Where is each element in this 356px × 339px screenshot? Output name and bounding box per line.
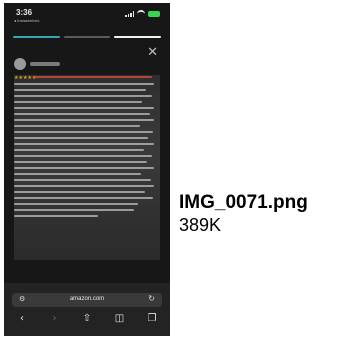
progress-segment [114, 36, 162, 38]
text-line [34, 76, 152, 78]
reviewer-name [30, 62, 60, 66]
text-line [14, 83, 154, 85]
battery-icon [148, 10, 160, 17]
avatar [14, 58, 26, 70]
file-size: 389K [179, 215, 222, 235]
tabs-icon[interactable]: ❐ [144, 313, 160, 324]
text-line [14, 209, 134, 211]
forward-icon[interactable]: › [47, 313, 63, 324]
text-line [14, 113, 150, 115]
status-bar: 3:36 ◂ Instashelves [4, 3, 170, 31]
text-line [14, 203, 138, 205]
text-line [14, 125, 140, 127]
text-line [14, 149, 144, 151]
review-text-block: ★★★★★ [14, 75, 160, 260]
browser-toolbar: ‹ › ⇧ ◫ ❐ [14, 313, 160, 324]
text-line [14, 119, 154, 121]
text-line [14, 137, 148, 139]
back-icon[interactable]: ‹ [14, 313, 30, 324]
wifi-icon [137, 10, 145, 17]
close-icon[interactable]: ✕ [147, 45, 158, 60]
text-line [14, 167, 154, 169]
reload-icon[interactable]: ↻ [148, 294, 155, 303]
url-domain: amazon.com [69, 296, 105, 302]
progress-segment [13, 36, 60, 38]
share-icon[interactable]: ⇧ [79, 313, 95, 324]
story-progress [13, 36, 162, 39]
text-line [14, 95, 152, 97]
text-line [14, 197, 153, 199]
text-line [14, 89, 146, 91]
bookmarks-icon[interactable]: ◫ [112, 313, 128, 324]
address-bar[interactable]: ⚙ amazon.com ↻ [12, 293, 162, 307]
text-line [14, 185, 154, 187]
file-name: IMG_0071.png [179, 192, 308, 213]
screenshot-thumbnail[interactable]: 3:36 ◂ Instashelves ✕ ★★★★★ ⚙ amazon.com… [4, 3, 170, 336]
text-line [14, 179, 151, 181]
text-line [14, 155, 152, 157]
text-line [14, 173, 141, 175]
text-line [14, 161, 147, 163]
text-line [14, 191, 145, 193]
signal-icon [125, 10, 134, 17]
text-line [14, 131, 153, 133]
status-time: 3:36 [16, 8, 33, 17]
browser-bottom-bar: ⚙ amazon.com ↻ ‹ › ⇧ ◫ ❐ [4, 283, 170, 336]
text-line [14, 143, 154, 145]
status-icons [125, 10, 160, 17]
status-back-app: ◂ Instashelves [14, 18, 40, 23]
text-line [14, 215, 98, 217]
text-line [14, 107, 154, 109]
progress-segment [63, 36, 111, 38]
text-line [14, 101, 142, 103]
